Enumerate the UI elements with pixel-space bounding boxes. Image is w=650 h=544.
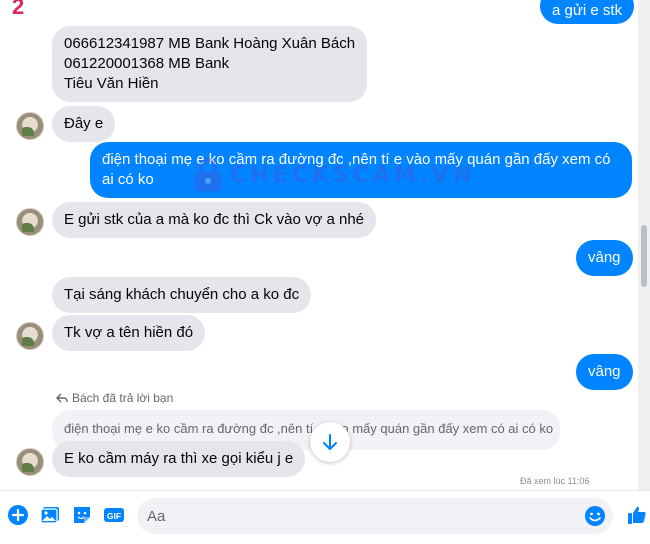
- message-dien-thoai[interactable]: điện thoại mẹ e ko cầm ra đường đc ,nên …: [90, 142, 632, 198]
- photo-icon: [40, 507, 59, 524]
- message-text: E ko cầm máy ra thì xe gọi kiểu j e: [64, 450, 294, 467]
- message-text: vâng: [588, 249, 621, 266]
- like-icon: [628, 506, 646, 524]
- message-text: vâng: [588, 363, 621, 380]
- message-gui-stk[interactable]: E gửi stk của a mà ko đc thì Ck vào vợ a…: [52, 202, 377, 238]
- account-line-3: Tiêu Văn Hiền: [64, 75, 159, 92]
- like-button[interactable]: [625, 503, 649, 527]
- emoji-icon[interactable]: [583, 504, 607, 528]
- scrollbar[interactable]: [638, 0, 650, 490]
- reply-arrow-icon: [56, 393, 68, 403]
- sticker-button[interactable]: [70, 503, 94, 527]
- message-text: Đây e: [64, 115, 104, 132]
- account-line-2: 061220001368 MB Bank: [64, 55, 230, 72]
- message-ko-cam[interactable]: E ko cầm máy ra thì xe gọi kiểu j e: [52, 441, 306, 477]
- avatar[interactable]: [16, 208, 44, 236]
- message-tk-vo[interactable]: Tk vợ a tên hiền đó: [52, 315, 206, 351]
- seen-status: Đã xem lúc 11:06: [520, 476, 590, 486]
- plus-icon: [8, 505, 28, 525]
- message-text-line-2: ai có ko: [102, 171, 154, 188]
- message-vang-1[interactable]: vâng: [576, 240, 633, 276]
- scrollbar-thumb[interactable]: [641, 225, 647, 287]
- message-input-wrapper: [137, 498, 613, 534]
- gif-icon: GIF: [104, 508, 124, 522]
- message-composer: GIF: [0, 490, 650, 544]
- message-tai-sang[interactable]: Tại sáng khách chuyển cho a ko đc: [52, 277, 312, 313]
- avatar[interactable]: [16, 322, 44, 350]
- svg-text:GIF: GIF: [107, 511, 121, 521]
- avatar[interactable]: [16, 112, 44, 140]
- sticker-icon: [74, 507, 90, 523]
- reply-note-text: Bách đã trả lời bạn: [72, 391, 174, 405]
- scroll-to-bottom-button[interactable]: [310, 422, 350, 462]
- message-text: Tại sáng khách chuyển cho a ko đc: [64, 286, 300, 303]
- quoted-text: điện thoại mẹ e ko cầm ra đường đc ,nên …: [64, 421, 554, 436]
- more-actions-button[interactable]: [6, 503, 30, 527]
- message-text: E gửi stk của a mà ko đc thì Ck vào vợ a…: [64, 211, 365, 228]
- attach-photo-button[interactable]: [38, 503, 62, 527]
- message-day-e[interactable]: Đây e: [52, 106, 116, 142]
- header-mark: 2: [12, 0, 25, 19]
- message-vang-2[interactable]: vâng: [576, 354, 633, 390]
- message-input[interactable]: [137, 498, 577, 534]
- reply-note: Bách đã trả lời bạn: [56, 391, 173, 405]
- message-text: a gửi e stk: [552, 2, 623, 19]
- message-text-line-1: điện thoại mẹ e ko cầm ra đường đc ,nên …: [102, 151, 611, 168]
- message-text: Tk vợ a tên hiền đó: [64, 324, 194, 341]
- avatar[interactable]: [16, 448, 44, 476]
- message-outgoing-top[interactable]: a gửi e stk: [540, 0, 635, 24]
- chat-thread[interactable]: 2 a gửi e stk 066612341987 MB Bank Hoàng…: [0, 0, 638, 490]
- account-line-1: 066612341987 MB Bank Hoàng Xuân Bách: [64, 35, 356, 52]
- arrow-down-icon: [323, 434, 337, 450]
- gif-button[interactable]: GIF: [102, 503, 126, 527]
- message-account-numbers[interactable]: 066612341987 MB Bank Hoàng Xuân Bách 061…: [52, 26, 368, 102]
